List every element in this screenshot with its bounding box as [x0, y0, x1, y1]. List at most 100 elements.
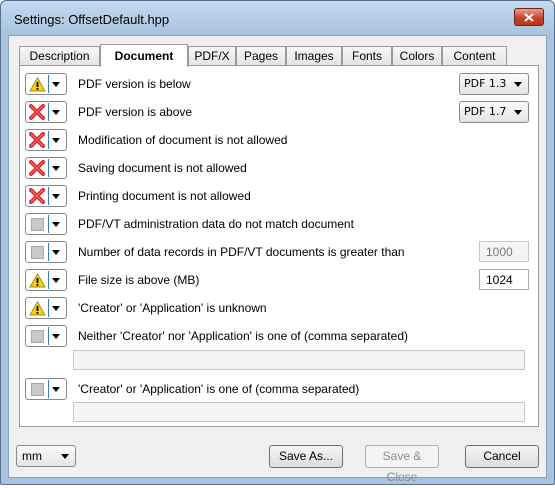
tab-label: Document	[114, 49, 174, 63]
chevron-down-icon	[52, 306, 60, 311]
error-icon	[28, 160, 46, 176]
severity-dropdown[interactable]	[25, 185, 67, 207]
chevron-down-icon	[52, 166, 60, 171]
dropdown-divider	[48, 243, 49, 261]
warning-icon	[28, 300, 46, 316]
dropdown-divider	[48, 187, 49, 205]
cancel-button[interactable]: Cancel	[465, 445, 539, 468]
dialog-body: Description Document PDF/X Pages Images …	[8, 35, 547, 484]
rule-label: Saving document is not allowed	[78, 161, 247, 175]
tab-label: Content	[453, 49, 496, 63]
dropdown-divider	[48, 327, 49, 345]
close-button[interactable]	[514, 8, 544, 26]
pdf-version-max-select[interactable]: PDF 1.7	[459, 101, 529, 123]
off-icon	[28, 381, 46, 397]
close-icon	[524, 12, 534, 22]
rule-label: PDF version is below	[78, 77, 191, 91]
rule-row: PDF/VT administration data do not match …	[25, 213, 535, 235]
chevron-down-icon	[52, 138, 60, 143]
off-icon	[28, 244, 46, 260]
rule-label: 'Creator' or 'Application' is unknown	[78, 301, 267, 315]
save-close-button[interactable]: Save & Close	[365, 445, 439, 484]
tab-label: Images	[294, 49, 334, 63]
rule-label: File size is above (MB)	[78, 273, 200, 287]
save-as-button[interactable]: Save As...	[269, 445, 343, 468]
chevron-down-icon	[61, 454, 69, 459]
warning-icon	[28, 76, 46, 92]
severity-dropdown[interactable]	[25, 297, 67, 319]
severity-dropdown[interactable]	[25, 157, 67, 179]
rule-row: PDF version is below PDF 1.3	[25, 73, 535, 95]
tab-images[interactable]: Images	[286, 46, 342, 66]
error-icon	[28, 188, 46, 204]
off-icon	[28, 216, 46, 232]
rule-label: Modification of document is not allowed	[78, 133, 288, 147]
rule-label: PDF version is above	[78, 105, 193, 119]
chevron-down-icon	[52, 250, 60, 255]
chevron-down-icon	[52, 194, 60, 199]
chevron-down-icon	[514, 110, 522, 115]
window-title: Settings: OffsetDefault.hpp	[14, 12, 170, 27]
rule-row: Saving document is not allowed	[25, 157, 535, 179]
settings-window: Settings: OffsetDefault.hpp Description …	[0, 0, 555, 485]
severity-dropdown[interactable]	[25, 269, 67, 291]
tab-label: Pages	[243, 49, 279, 63]
pdf-version-min-select[interactable]: PDF 1.3	[459, 73, 529, 95]
tab-content[interactable]: Content	[442, 46, 507, 66]
dropdown-divider	[48, 271, 49, 289]
rule-row: Printing document is not allowed	[25, 185, 535, 207]
rule-label: Number of data records in PDF/VT documen…	[78, 245, 405, 259]
chevron-down-icon	[52, 334, 60, 339]
unit-select[interactable]: mm	[16, 445, 76, 467]
rule-row: 'Creator' or 'Application' is one of (co…	[25, 378, 535, 400]
creator-include-field[interactable]	[73, 402, 525, 422]
rule-row: 'Creator' or 'Application' is unknown	[25, 297, 535, 319]
unit-value: mm	[22, 449, 42, 463]
tab-label: Description	[29, 49, 90, 63]
chevron-down-icon	[52, 110, 60, 115]
severity-dropdown[interactable]	[25, 241, 67, 263]
error-icon	[28, 132, 46, 148]
severity-dropdown[interactable]	[25, 101, 67, 123]
rule-label: 'Creator' or 'Application' is one of (co…	[78, 382, 360, 396]
rule-label: PDF/VT administration data do not match …	[78, 217, 354, 231]
tab-document[interactable]: Document	[100, 44, 188, 67]
select-value: PDF 1.3	[464, 77, 507, 90]
chevron-down-icon	[52, 82, 60, 87]
tab-label: Fonts	[351, 49, 382, 63]
select-value: PDF 1.7	[464, 105, 507, 118]
creator-exclude-field[interactable]	[73, 350, 525, 370]
title-bar[interactable]: Settings: OffsetDefault.hpp	[1, 1, 554, 35]
rule-label: Neither 'Creator' nor 'Application' is o…	[78, 329, 408, 343]
rule-row: Neither 'Creator' nor 'Application' is o…	[25, 325, 535, 347]
document-panel: PDF version is below PDF 1.3 PDF version…	[19, 65, 539, 427]
error-icon	[28, 104, 46, 120]
severity-dropdown[interactable]	[25, 129, 67, 151]
record-count-field[interactable]: 1000	[479, 241, 529, 262]
dropdown-divider	[48, 380, 49, 398]
tab-label: PDF/X	[194, 49, 230, 63]
severity-dropdown[interactable]	[25, 378, 67, 400]
tab-description[interactable]: Description	[19, 46, 100, 66]
severity-dropdown[interactable]	[25, 213, 67, 235]
severity-dropdown[interactable]	[25, 73, 67, 95]
chevron-down-icon	[52, 387, 60, 392]
dropdown-divider	[48, 215, 49, 233]
dropdown-divider	[48, 75, 49, 93]
dropdown-divider	[48, 159, 49, 177]
tab-label: Colors	[399, 49, 435, 63]
dropdown-divider	[48, 131, 49, 149]
rule-row: PDF version is above PDF 1.7	[25, 101, 535, 123]
tab-fonts[interactable]: Fonts	[342, 46, 392, 66]
tab-colors[interactable]: Colors	[392, 46, 442, 66]
tab-pdfx[interactable]: PDF/X	[188, 46, 236, 66]
rule-row: Number of data records in PDF/VT documen…	[25, 241, 535, 263]
rule-row: Modification of document is not allowed	[25, 129, 535, 151]
file-size-field[interactable]: 1024	[479, 269, 529, 290]
tab-pages[interactable]: Pages	[236, 46, 286, 66]
severity-dropdown[interactable]	[25, 325, 67, 347]
rule-row: File size is above (MB) 1024	[25, 269, 535, 291]
warning-icon	[28, 272, 46, 288]
chevron-down-icon	[52, 278, 60, 283]
dropdown-divider	[48, 299, 49, 317]
